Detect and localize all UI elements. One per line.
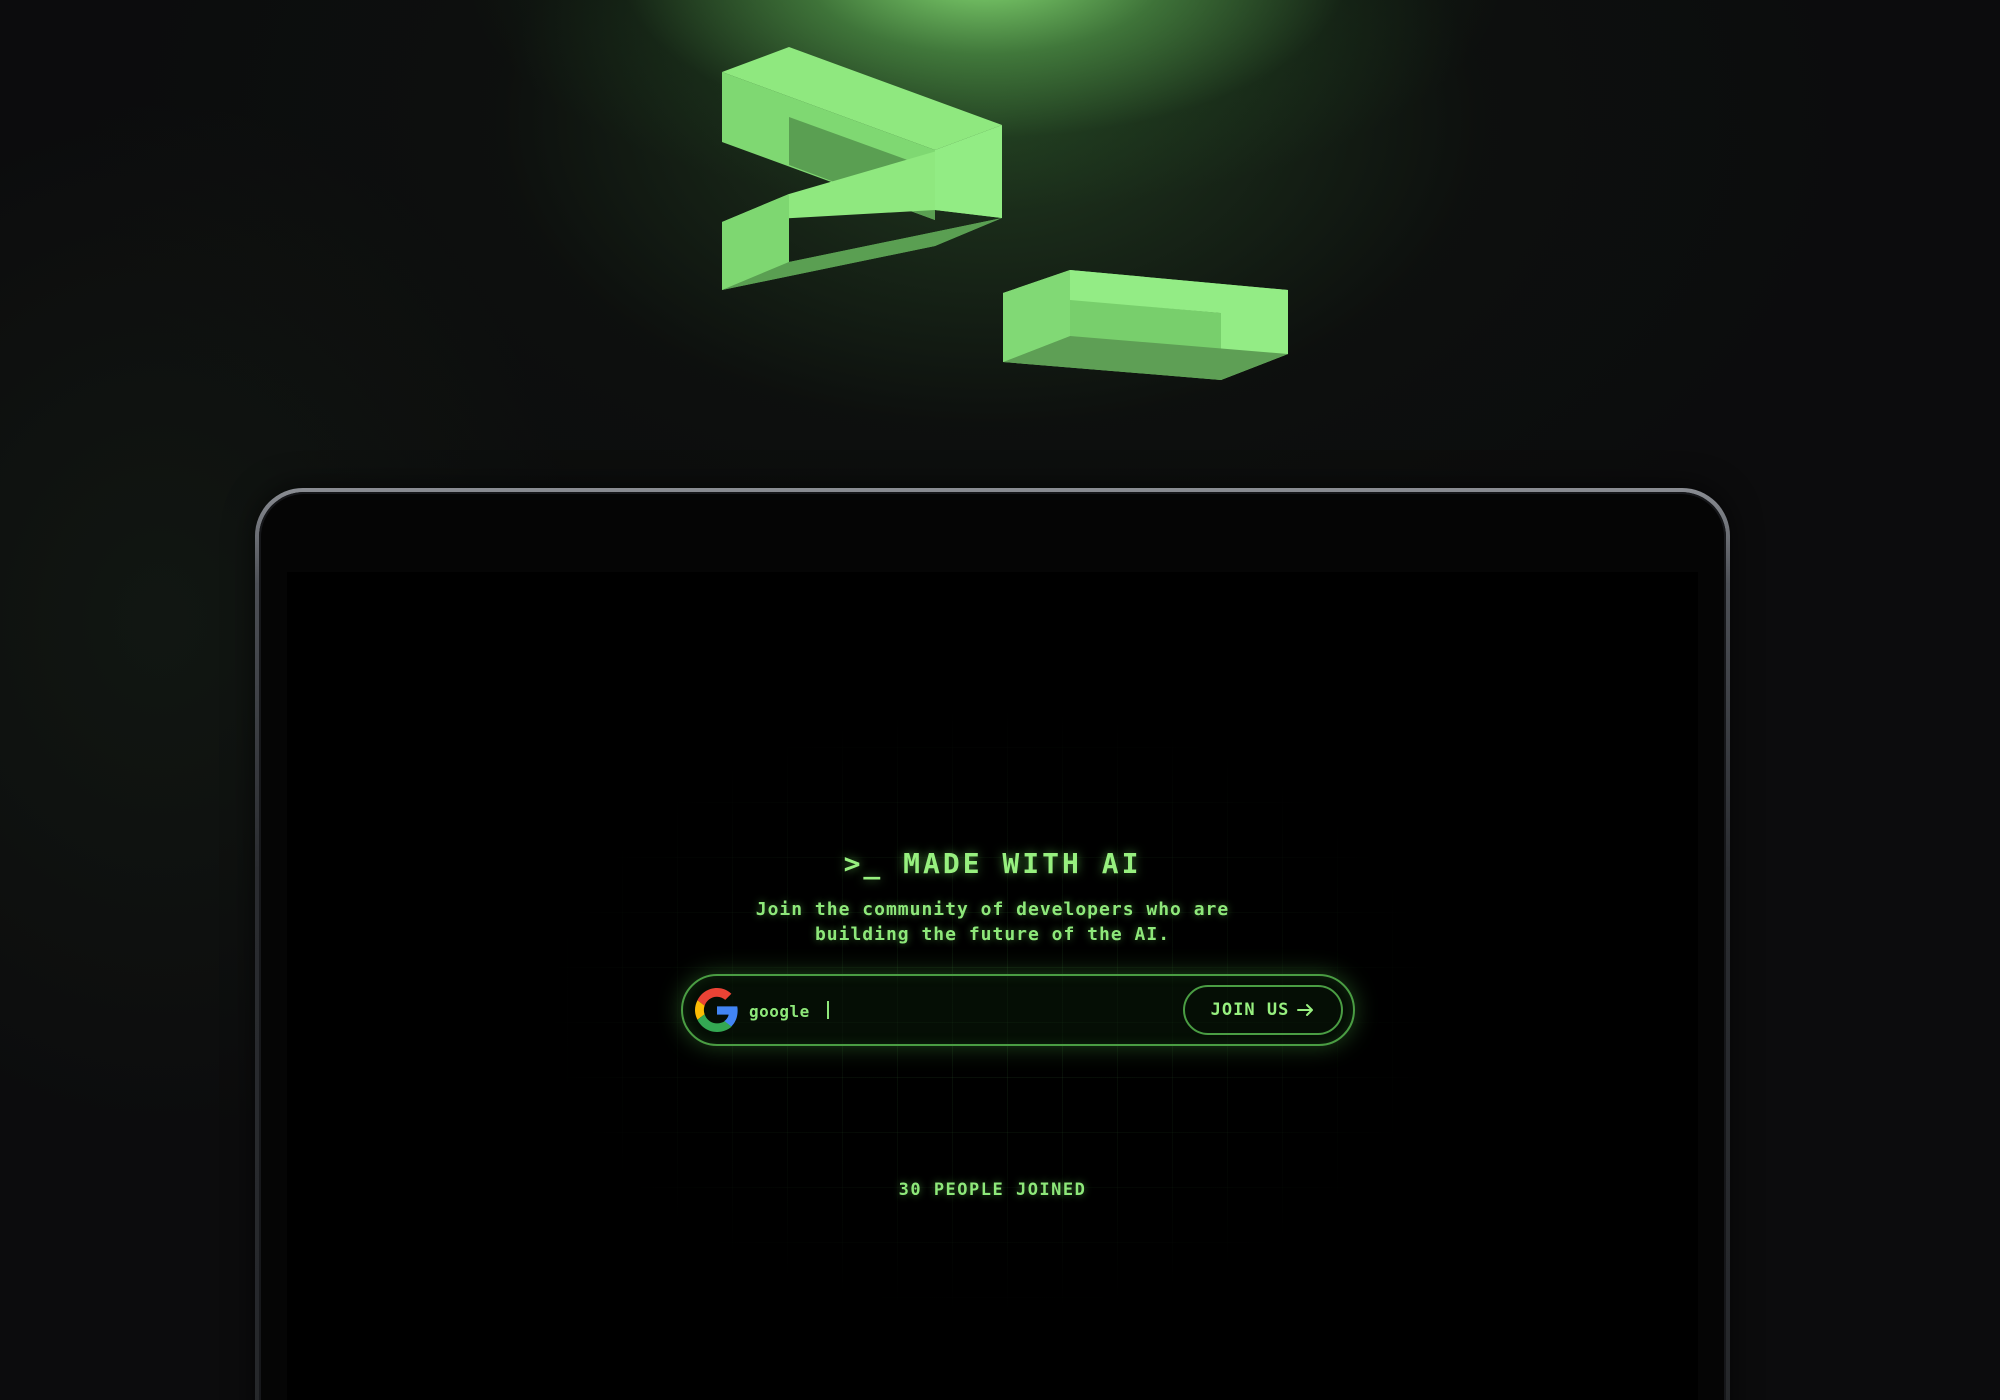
laptop-bezel: >_ MADE WITH AI Join the community of de… (259, 492, 1726, 1400)
arrow-right-icon (1297, 1004, 1314, 1016)
text-caret (827, 1001, 829, 1019)
page: >_ MADE WITH AI Join the community of de… (0, 0, 2000, 1400)
page-title: >_ MADE WITH AI (843, 847, 1142, 880)
subtitle-line-2: building the future of the AI. (814, 924, 1171, 945)
subtitle-line-1: Join the community of developers who are (755, 899, 1230, 920)
google-icon (695, 988, 738, 1032)
laptop-screen: >_ MADE WITH AI Join the community of de… (287, 572, 1698, 1400)
underscore-shape (1003, 270, 1288, 380)
chevron-shape (722, 47, 1002, 290)
join-us-label: JOIN US (1210, 1000, 1290, 1020)
joined-count: 30 PEOPLE JOINED (898, 1180, 1087, 1200)
landing-content: >_ MADE WITH AI Join the community of de… (287, 572, 1698, 1400)
join-us-button[interactable]: JOIN US (1183, 985, 1343, 1035)
page-subtitle: Join the community of developers who are… (287, 897, 1698, 947)
join-form: JOIN US (681, 974, 1355, 1046)
email-input[interactable] (749, 994, 1169, 1028)
terminal-prompt-icon (722, 47, 1288, 380)
laptop-frame: >_ MADE WITH AI Join the community of de… (255, 488, 1730, 1400)
